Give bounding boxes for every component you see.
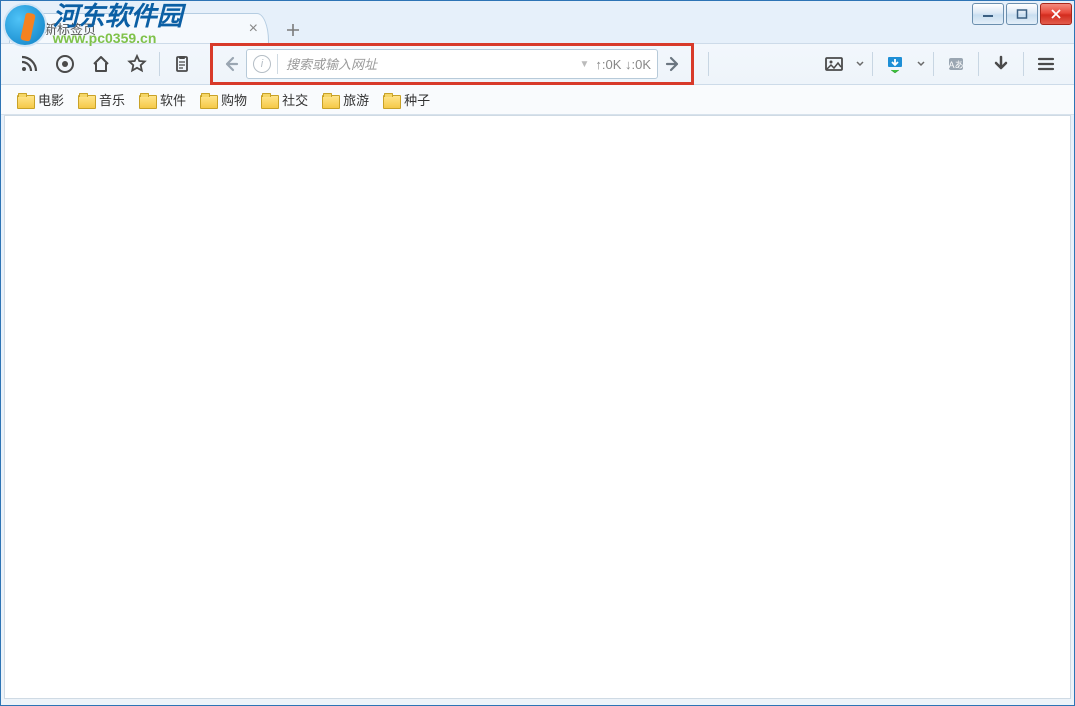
toolbar-separator bbox=[159, 52, 160, 76]
toolbar-separator-5 bbox=[978, 52, 979, 76]
chevron-down-icon bbox=[917, 60, 925, 68]
tab-favicon-placeholder-icon bbox=[20, 21, 36, 37]
bookmark-label: 音乐 bbox=[99, 90, 125, 109]
folder-icon bbox=[139, 93, 155, 107]
back-arrow-icon bbox=[222, 55, 240, 73]
url-input[interactable] bbox=[286, 57, 573, 72]
maximize-button[interactable] bbox=[1006, 3, 1038, 25]
bookmarks-bar: 电影 音乐 软件 购物 社交 旅游 种子 bbox=[1, 85, 1074, 115]
toolbar-separator-2 bbox=[708, 52, 709, 76]
hamburger-icon bbox=[1036, 54, 1056, 74]
folder-icon bbox=[17, 93, 33, 107]
bookmark-movies[interactable]: 电影 bbox=[15, 88, 66, 111]
window-controls bbox=[970, 3, 1072, 25]
network-speed-indicator: ↑:0K ↓:0K bbox=[595, 57, 651, 72]
translate-icon: Aあ bbox=[946, 54, 966, 74]
maximize-icon bbox=[1016, 9, 1028, 19]
downloads-dropdown[interactable] bbox=[913, 46, 929, 82]
close-button[interactable] bbox=[1040, 3, 1072, 25]
menu-button[interactable] bbox=[1028, 46, 1064, 82]
minimize-button[interactable] bbox=[972, 3, 1004, 25]
new-tab-button[interactable] bbox=[279, 17, 307, 43]
content-area bbox=[4, 115, 1071, 699]
main-toolbar: i ▼ ↑:0K ↓:0K bbox=[1, 43, 1074, 85]
folder-icon bbox=[322, 93, 338, 107]
toolbar-separator-4 bbox=[933, 52, 934, 76]
identity-info-icon[interactable]: i bbox=[253, 55, 271, 73]
bookmark-travel[interactable]: 旅游 bbox=[320, 88, 371, 111]
reload-icon bbox=[55, 54, 75, 74]
download-arrow-icon bbox=[885, 54, 905, 74]
forward-arrow-icon bbox=[664, 55, 682, 73]
history-dropdown-button[interactable]: ▼ bbox=[579, 59, 589, 70]
bookmark-label: 购物 bbox=[221, 90, 247, 109]
tab-close-button[interactable]: × bbox=[249, 21, 258, 37]
rss-icon bbox=[19, 54, 39, 74]
toolbar-separator-6 bbox=[1023, 52, 1024, 76]
bookmark-label: 旅游 bbox=[343, 90, 369, 109]
url-highlight-box: i ▼ ↑:0K ↓:0K bbox=[210, 43, 694, 85]
toolbar-separator-3 bbox=[872, 52, 873, 76]
tab-new-page[interactable]: 新标签页 × bbox=[9, 13, 269, 43]
bookmark-shopping[interactable]: 购物 bbox=[198, 88, 249, 111]
download-indicator-button[interactable] bbox=[983, 46, 1019, 82]
chevron-down-icon bbox=[856, 60, 864, 68]
minimize-icon bbox=[982, 9, 994, 19]
download-icon bbox=[991, 54, 1011, 74]
reload-button[interactable] bbox=[47, 46, 83, 82]
folder-icon bbox=[200, 93, 216, 107]
bookmark-label: 软件 bbox=[160, 90, 186, 109]
bookmark-label: 电影 bbox=[38, 90, 64, 109]
browser-window: 河东软件园 www.pc0359.cn 新标签页 × bbox=[0, 0, 1075, 706]
downloads-button[interactable] bbox=[877, 46, 913, 82]
folder-icon bbox=[78, 93, 94, 107]
folder-icon bbox=[383, 93, 399, 107]
bookmark-software[interactable]: 软件 bbox=[137, 88, 188, 111]
go-forward-button[interactable] bbox=[658, 49, 688, 79]
home-icon bbox=[91, 54, 111, 74]
clipboard-icon bbox=[172, 54, 192, 74]
close-icon bbox=[1050, 9, 1062, 19]
bookmark-label: 种子 bbox=[404, 90, 430, 109]
home-button[interactable] bbox=[83, 46, 119, 82]
reading-list-button[interactable] bbox=[164, 46, 200, 82]
bookmark-social[interactable]: 社交 bbox=[259, 88, 310, 111]
tab-title: 新标签页 bbox=[44, 19, 96, 38]
right-toolbar: Aあ bbox=[816, 46, 1064, 82]
star-icon bbox=[127, 54, 147, 74]
screenshot-button[interactable] bbox=[816, 46, 852, 82]
translate-button[interactable]: Aあ bbox=[938, 46, 974, 82]
plus-icon bbox=[286, 23, 300, 37]
screenshot-dropdown[interactable] bbox=[852, 46, 868, 82]
back-button[interactable] bbox=[216, 49, 246, 79]
rss-button[interactable] bbox=[11, 46, 47, 82]
image-icon bbox=[824, 54, 844, 74]
bookmark-music[interactable]: 音乐 bbox=[76, 88, 127, 111]
bookmark-label: 社交 bbox=[282, 90, 308, 109]
address-bar[interactable]: i ▼ ↑:0K ↓:0K bbox=[246, 49, 658, 79]
svg-text:Aあ: Aあ bbox=[948, 60, 963, 70]
tab-bar: 新标签页 × bbox=[1, 1, 1074, 43]
folder-icon bbox=[261, 93, 277, 107]
url-divider bbox=[277, 54, 278, 74]
bookmark-button[interactable] bbox=[119, 46, 155, 82]
bookmark-seeds[interactable]: 种子 bbox=[381, 88, 432, 111]
